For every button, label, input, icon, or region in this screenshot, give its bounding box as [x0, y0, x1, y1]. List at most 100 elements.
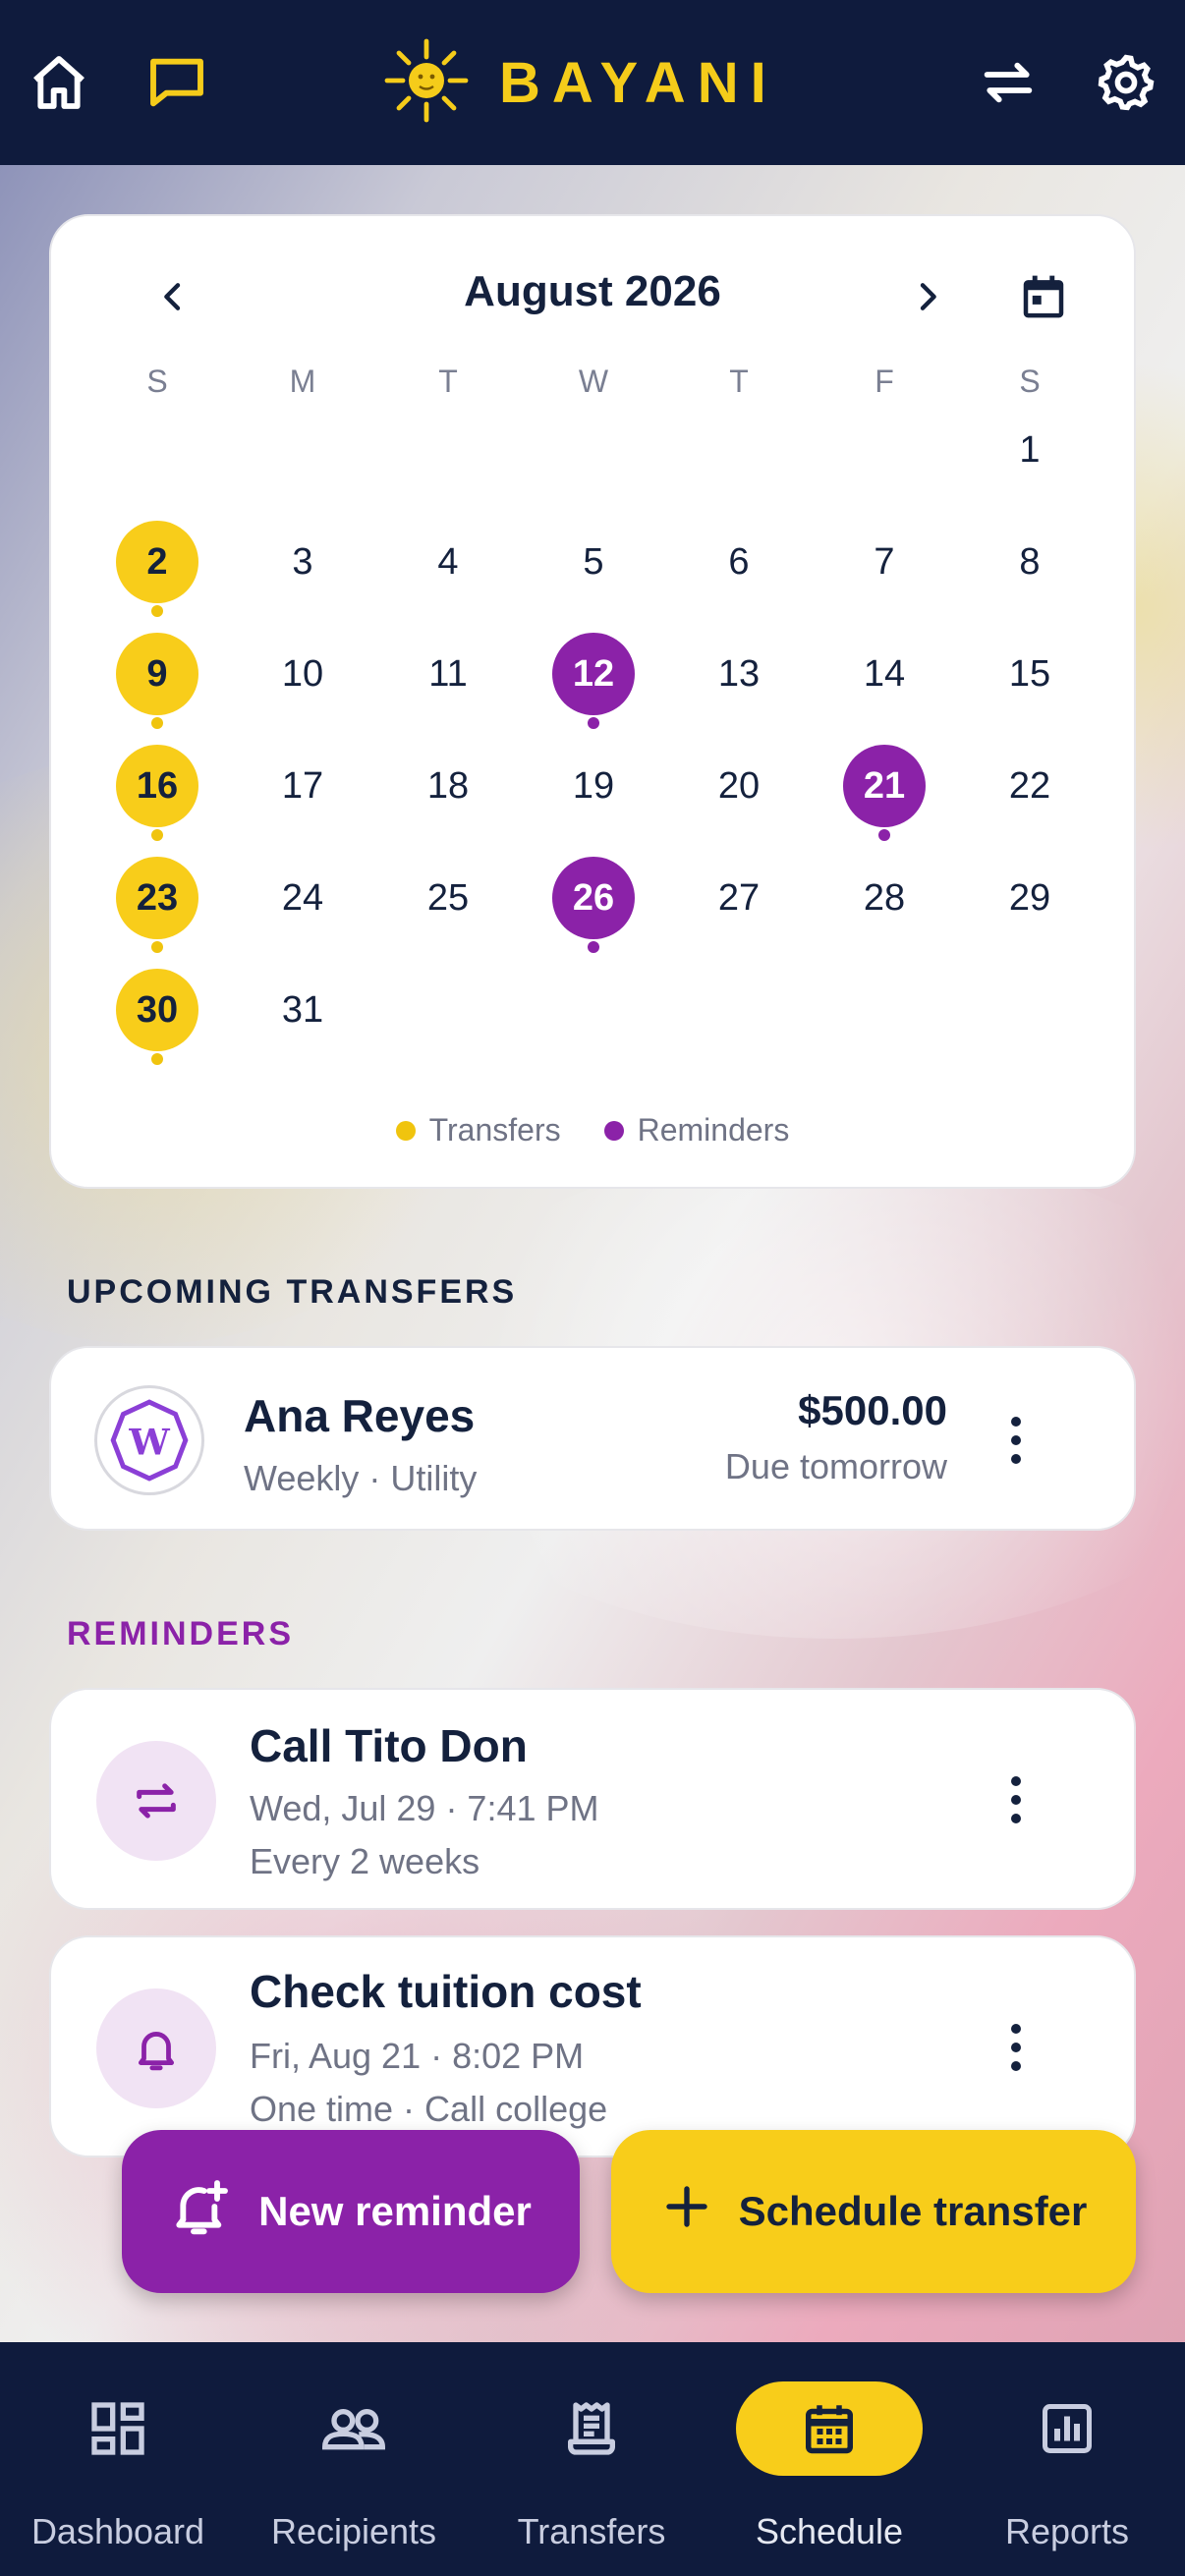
reminder-item[interactable]: Check tuition cost Fri, Aug 21 · 8:02 PM… [49, 1935, 1136, 2157]
calendar-day[interactable]: 26 [544, 849, 643, 953]
calendar-card: August 2026 SMTWTFS 1 2 3 4 5 6 7 8 9 10 11 12 13 14 1… [49, 214, 1136, 1189]
schedule-transfer-label: Schedule transfer [738, 2188, 1088, 2234]
transfer-day-marker: 30 [116, 969, 198, 1051]
calendar-day[interactable]: 2 [108, 513, 206, 617]
nav-transfers[interactable]: Transfers [474, 2342, 709, 2576]
calendar-day[interactable]: 23 [108, 849, 206, 953]
chat-icon[interactable] [143, 49, 210, 116]
calendar-icon [736, 2381, 923, 2476]
calendar-picker-icon[interactable] [1014, 267, 1073, 326]
calendar-day[interactable]: 16 [108, 737, 206, 841]
legend-reminders: Reminders [637, 1112, 790, 1148]
more-options-icon[interactable] [996, 1761, 1036, 1839]
reminder-repeat: One time · Call college [250, 2089, 608, 2129]
reminder-datetime: Fri, Aug 21 · 8:02 PM [250, 2036, 585, 2076]
calendar-legend: Transfers Reminders [51, 1112, 1134, 1148]
transfer-day-marker: 23 [116, 857, 198, 939]
calendar-day[interactable]: 4 [399, 513, 497, 611]
weekday-label: T [438, 364, 458, 399]
transfer-dot-icon [151, 829, 163, 841]
calendar-day[interactable]: 1 [981, 401, 1079, 499]
add-alert-icon [170, 2175, 233, 2248]
nav-reports[interactable]: Reports [949, 2342, 1185, 2576]
reminder-dot-icon [878, 829, 890, 841]
transfer-day-marker: 2 [116, 521, 198, 603]
calendar-day[interactable]: 8 [981, 513, 1079, 611]
legend-transfers: Transfers [428, 1112, 561, 1148]
calendar-day[interactable]: 25 [399, 849, 497, 947]
home-icon[interactable] [26, 49, 92, 116]
calendar-day[interactable]: 21 [835, 737, 933, 841]
nav-recipients[interactable]: Recipients [236, 2342, 472, 2576]
bottom-navigation: Dashboard Recipients Transfers Schedule … [0, 2342, 1185, 2576]
brand-name: BAYANI [499, 50, 778, 115]
calendar-day[interactable]: 18 [399, 737, 497, 835]
calendar-day[interactable]: 3 [254, 513, 352, 611]
calendar-day[interactable]: 15 [981, 625, 1079, 723]
reminder-item[interactable]: Call Tito Don Wed, Jul 29 · 7:41 PM Ever… [49, 1688, 1136, 1910]
calendar-day[interactable]: 19 [544, 737, 643, 835]
dashboard-icon [25, 2381, 211, 2476]
reminder-dot-icon [588, 941, 599, 953]
sun-logo-icon [383, 37, 470, 129]
nav-label: Transfers [517, 2511, 666, 2551]
weekday-label: S [146, 364, 168, 399]
reminder-day-marker: 12 [552, 633, 635, 715]
nav-label: Schedule [755, 2511, 904, 2551]
transfers-dot-icon [395, 1120, 416, 1141]
plus-icon [660, 2180, 713, 2243]
swap-icon[interactable] [975, 49, 1042, 116]
new-reminder-button[interactable]: New reminder [122, 2130, 580, 2293]
calendar-day[interactable]: 27 [690, 849, 788, 947]
reminder-dot-icon [588, 717, 599, 729]
calendar-day[interactable]: 12 [544, 625, 643, 729]
nav-label: Reports [1004, 2511, 1130, 2551]
transfer-dot-icon [151, 717, 163, 729]
calendar-day[interactable]: 28 [835, 849, 933, 947]
more-options-icon[interactable] [996, 1401, 1036, 1480]
calendar-day[interactable]: 7 [835, 513, 933, 611]
transfer-day-marker: 16 [116, 745, 198, 827]
calendar-day[interactable]: 14 [835, 625, 933, 723]
weekday-label: S [1019, 364, 1041, 399]
calendar-day[interactable]: 24 [254, 849, 352, 947]
chart-icon [974, 2381, 1160, 2476]
reminder-day-marker: 26 [552, 857, 635, 939]
calendar-day[interactable]: 17 [254, 737, 352, 835]
recipient-avatar: W [94, 1385, 204, 1495]
nav-schedule[interactable]: Schedule [711, 2342, 947, 2576]
settings-icon[interactable] [1093, 49, 1159, 116]
receipt-icon [498, 2381, 685, 2476]
calendar-day[interactable]: 10 [254, 625, 352, 723]
calendar-day[interactable]: 31 [254, 961, 352, 1059]
calendar-day[interactable]: 11 [399, 625, 497, 723]
calendar-day[interactable]: 9 [108, 625, 206, 729]
more-options-icon[interactable] [996, 2008, 1036, 2087]
reminders-title: REMINDERS [67, 1615, 295, 1652]
calendar-day[interactable]: 22 [981, 737, 1079, 835]
weekday-label: W [578, 364, 609, 399]
transfer-day-marker: 9 [116, 633, 198, 715]
avatar-letter: W [128, 1420, 170, 1463]
nav-label: Dashboard [30, 2511, 205, 2551]
transfer-item[interactable]: W Ana Reyes Weekly · Utility $500.00 Due… [49, 1346, 1136, 1531]
transfer-frequency: Weekly · Utility [244, 1458, 478, 1498]
new-reminder-label: New reminder [258, 2188, 532, 2234]
calendar-day[interactable]: 29 [981, 849, 1079, 947]
calendar-day[interactable]: 6 [690, 513, 788, 611]
calendar-day[interactable]: 20 [690, 737, 788, 835]
next-month-button[interactable] [898, 267, 957, 326]
weekday-label: F [875, 364, 894, 399]
calendar-day[interactable]: 30 [108, 961, 206, 1065]
transfer-due: Due tomorrow [724, 1446, 947, 1486]
weekday-label: T [729, 364, 749, 399]
upcoming-transfers-title: UPCOMING TRANSFERS [67, 1273, 518, 1311]
schedule-transfer-button[interactable]: Schedule transfer [611, 2130, 1136, 2293]
reminder-datetime: Wed, Jul 29 · 7:41 PM [250, 1788, 599, 1828]
nav-dashboard[interactable]: Dashboard [0, 2342, 236, 2576]
calendar-day[interactable]: 5 [544, 513, 643, 611]
reminder-title: Check tuition cost [250, 1966, 642, 2017]
calendar-day[interactable]: 13 [690, 625, 788, 723]
top-bar: BAYANI [0, 0, 1185, 165]
reminder-repeat: Every 2 weeks [250, 1841, 480, 1881]
